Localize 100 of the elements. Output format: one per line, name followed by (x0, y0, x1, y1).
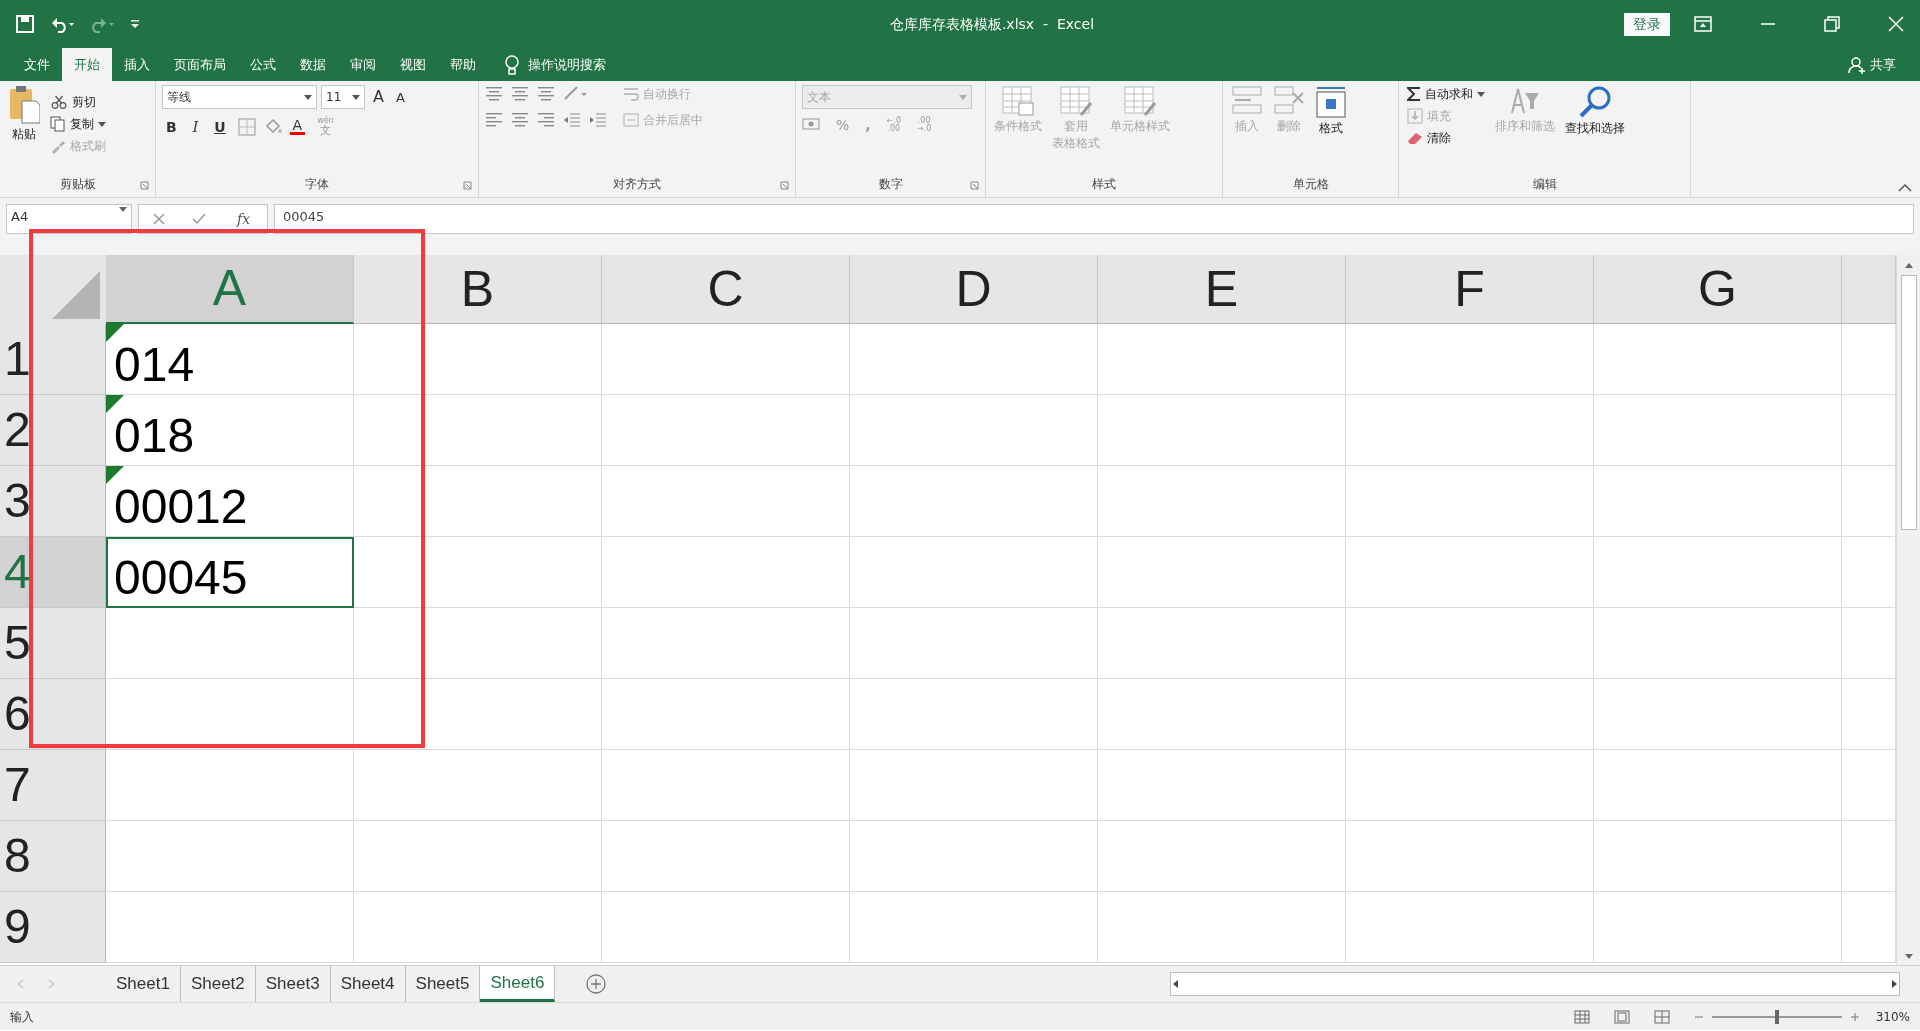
zoom-level[interactable]: 310% (1875, 1007, 1910, 1026)
scroll-left-icon[interactable] (1171, 979, 1179, 989)
ribbon-tab[interactable]: 审阅 (338, 48, 388, 81)
ribbon-tab[interactable]: 帮助 (438, 48, 488, 81)
horizontal-scrollbar[interactable] (1170, 972, 1900, 996)
person-icon[interactable] (1848, 55, 1866, 74)
lightbulb-icon[interactable] (504, 53, 520, 76)
row-header[interactable]: 1 (0, 324, 106, 395)
italic-button[interactable]: I (188, 119, 203, 134)
font-name-field[interactable]: 等线 (162, 85, 317, 109)
sheet-tab[interactable]: Sheet6 (480, 966, 556, 1002)
align-bottom-icon[interactable] (537, 85, 555, 103)
restore-icon[interactable] (1824, 16, 1840, 32)
grow-font-button[interactable]: A (369, 89, 388, 105)
row-header[interactable]: 8 (0, 821, 106, 892)
group-label: 剪贴板 (59, 176, 96, 193)
customize-icon[interactable] (130, 19, 140, 29)
table-cell: 00045 (106, 537, 354, 608)
save-icon[interactable] (16, 15, 34, 33)
row-header[interactable]: 2 (0, 395, 106, 466)
column-header[interactable]: E (1098, 255, 1346, 324)
clear-button[interactable]: 清除 (1405, 129, 1487, 147)
tab-next-icon[interactable] (48, 979, 56, 989)
sign-in-button[interactable]: 登录 (1624, 12, 1670, 36)
page-break-icon[interactable] (1653, 1009, 1670, 1024)
cancel-icon[interactable] (152, 213, 165, 225)
collapse-ribbon-icon[interactable] (1898, 183, 1912, 193)
ribbon-tab[interactable]: 文件 (12, 48, 62, 81)
brush-icon (50, 138, 66, 154)
paste-button[interactable]: 粘贴 (6, 85, 42, 175)
row-header[interactable]: 6 (0, 679, 106, 750)
row-header[interactable]: 5 (0, 608, 106, 679)
ribbon-tab[interactable]: 页面布局 (162, 48, 238, 81)
table-cell: 00012 (106, 466, 354, 537)
normal-view-icon[interactable] (1573, 1009, 1590, 1024)
close-icon[interactable] (1888, 16, 1904, 32)
find-select-button[interactable]: 查找和选择 (1563, 85, 1627, 175)
ribbon-display-icon[interactable] (1694, 16, 1712, 32)
zoom-in-icon[interactable] (1849, 1011, 1860, 1022)
scroll-right-icon[interactable] (1891, 979, 1899, 989)
bold-button[interactable]: B (162, 119, 181, 134)
cell-styles-icon (1123, 85, 1157, 117)
align-left-icon[interactable] (485, 111, 503, 129)
group-label: 数字 (878, 176, 903, 193)
group-label: 单元格 (1292, 176, 1329, 193)
caret-icon (304, 94, 312, 100)
ribbon-tab[interactable]: 视图 (388, 48, 438, 81)
increase-indent-icon[interactable] (589, 111, 607, 129)
dialog-launcher-icon[interactable] (780, 181, 789, 190)
insert-function-button[interactable]: fx (234, 209, 254, 229)
row-header[interactable]: 9 (0, 892, 106, 963)
row-header[interactable]: 7 (0, 750, 106, 821)
merge-icon (623, 112, 639, 128)
enter-icon[interactable] (192, 213, 207, 225)
column-header[interactable]: A (106, 255, 354, 324)
decrease-indent-icon[interactable] (563, 111, 581, 129)
scrollbar-thumb[interactable] (1900, 275, 1917, 530)
ribbon-tab[interactable]: 插入 (112, 48, 162, 81)
column-header[interactable]: F (1346, 255, 1594, 324)
tab-prev-icon[interactable] (16, 979, 24, 989)
conditional-format-icon (1001, 85, 1035, 117)
font-color-button[interactable]: A (289, 118, 306, 135)
group-label: 样式 (1092, 176, 1116, 193)
column-header[interactable]: C (602, 255, 850, 324)
copy-button[interactable]: 复制 (48, 115, 108, 133)
column-header[interactable]: B (354, 255, 602, 324)
align-right-icon[interactable] (537, 111, 555, 129)
add-sheet-icon[interactable] (585, 973, 608, 995)
cut-button[interactable]: 剪切 (48, 93, 108, 111)
borders-icon[interactable] (237, 117, 256, 136)
align-middle-icon[interactable] (511, 85, 529, 103)
ribbon-tab[interactable]: 数据 (288, 48, 338, 81)
align-top-icon[interactable] (485, 85, 503, 103)
align-center-icon[interactable] (511, 111, 529, 129)
column-header[interactable]: G (1594, 255, 1842, 324)
ribbon-tab[interactable]: 开始 (62, 48, 112, 81)
autosum-button[interactable]: 自动求和 (1405, 85, 1487, 103)
tell-me-search[interactable]: 操作说明搜索 (528, 54, 606, 75)
error-indicator-icon (106, 466, 124, 484)
row-header[interactable]: 4 (0, 537, 106, 608)
redo-icon[interactable] (90, 15, 114, 33)
ribbon-tab[interactable]: 公式 (238, 48, 288, 81)
format-button[interactable]: 格式 (1313, 85, 1349, 175)
formula-field[interactable]: 00045 (274, 204, 1914, 234)
scroll-up-icon[interactable] (1903, 261, 1914, 269)
fill-bucket-icon[interactable] (263, 117, 282, 136)
row-header[interactable]: 3 (0, 466, 106, 537)
dialog-launcher-icon[interactable] (970, 181, 979, 190)
underline-button[interactable]: U (210, 119, 230, 134)
zoom-slider-thumb[interactable] (1774, 1009, 1779, 1024)
scroll-down-icon[interactable] (1903, 953, 1914, 961)
dialog-launcher-icon[interactable] (463, 181, 472, 190)
dialog-launcher-icon[interactable] (140, 181, 149, 190)
font-size-field[interactable]: 11 (321, 85, 365, 109)
share-button[interactable]: 共享 (1870, 54, 1896, 75)
shrink-font-button[interactable]: A (391, 90, 409, 104)
select-all-corner[interactable] (0, 255, 106, 324)
column-header[interactable]: D (850, 255, 1098, 324)
page-layout-icon[interactable] (1613, 1009, 1630, 1024)
group-label: 编辑 (1532, 176, 1557, 193)
